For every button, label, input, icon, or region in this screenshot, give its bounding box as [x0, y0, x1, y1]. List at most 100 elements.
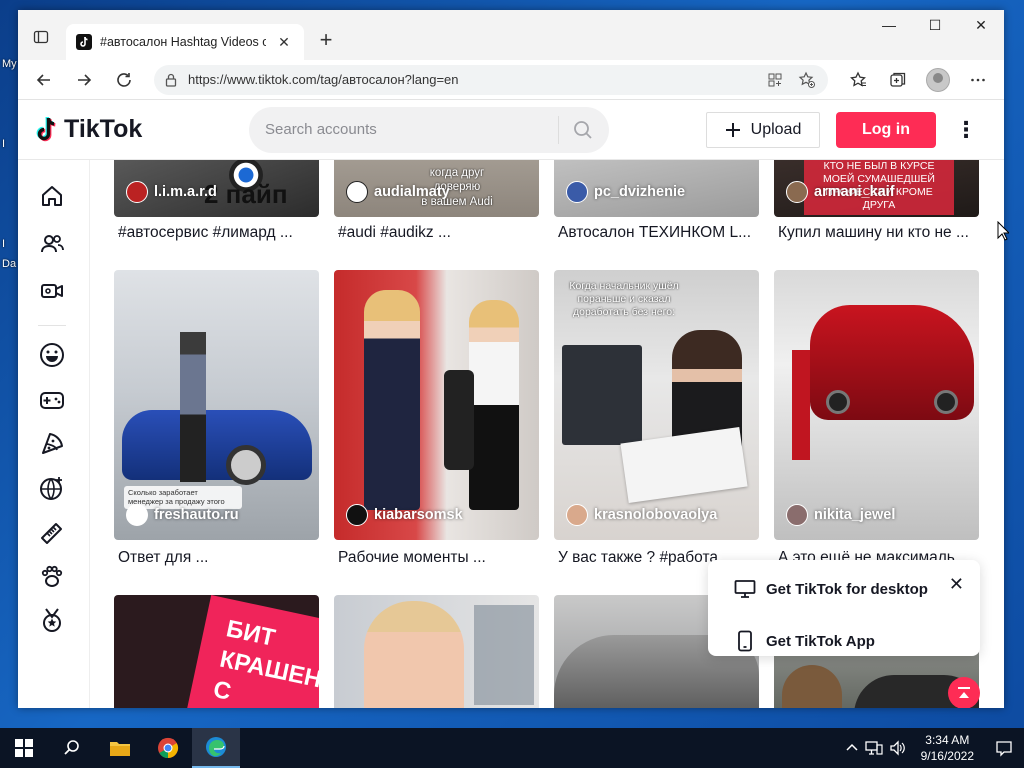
favorites-button[interactable]	[840, 64, 876, 96]
author-avatar	[126, 504, 148, 526]
search-bar[interactable]: Search accounts	[249, 106, 609, 153]
popup-close-button[interactable]: ✕	[949, 574, 964, 595]
author-name: freshauto.ru	[154, 507, 239, 523]
author-name: krasnolobovaolya	[594, 507, 718, 523]
get-app-link[interactable]: Get TikTok App	[734, 630, 875, 652]
edge-button[interactable]	[192, 728, 240, 768]
tab-close-button[interactable]: ✕	[274, 32, 294, 52]
search-icon[interactable]	[573, 120, 593, 140]
add-favorite-icon[interactable]	[796, 69, 818, 91]
refresh-button[interactable]	[106, 64, 142, 96]
file-explorer-button[interactable]	[96, 728, 144, 768]
video-author[interactable]: audialmaty	[346, 181, 450, 203]
desktop-icon-label[interactable]: My	[2, 58, 17, 70]
home-icon[interactable]	[38, 182, 66, 210]
video-author[interactable]: pc_dvizhenie	[566, 181, 685, 203]
achievement-icon[interactable]	[38, 606, 66, 634]
login-button[interactable]: Log in	[836, 112, 936, 148]
profile-button[interactable]	[920, 64, 956, 96]
author-avatar	[566, 181, 588, 203]
video-thumbnail[interactable]: pc_dvizhenie	[554, 160, 759, 217]
video-thumbnail[interactable]: kiabarsomsk	[334, 270, 539, 540]
chrome-icon	[158, 737, 179, 759]
window-controls: — ☐ ✕	[866, 10, 1004, 40]
scroll-to-top-button[interactable]	[948, 677, 980, 708]
video-author[interactable]: krasnolobovaolya	[566, 504, 717, 526]
app-available-icon[interactable]	[764, 69, 786, 91]
notifications-button[interactable]	[984, 728, 1024, 768]
system-tray: 3:34 AM 9/16/2022	[845, 728, 1024, 768]
forward-button[interactable]	[66, 64, 102, 96]
more-horizontal-icon	[971, 78, 985, 81]
video-caption[interactable]: Автосалон ТЕХИНКОМ L...	[558, 224, 758, 242]
chevron-up-icon[interactable]	[845, 741, 859, 755]
search-input[interactable]: Search accounts	[265, 121, 558, 138]
video-caption[interactable]: Купил машину ни кто не ...	[778, 224, 978, 242]
settings-more-button[interactable]	[960, 64, 996, 96]
window-close-button[interactable]: ✕	[958, 10, 1004, 40]
clock[interactable]: 3:34 AM 9/16/2022	[911, 732, 984, 764]
upload-button[interactable]: Upload	[706, 112, 820, 148]
video-author[interactable]: nikita_jewel	[786, 504, 895, 526]
notification-icon	[996, 741, 1012, 757]
video-author[interactable]: armani_kaif	[786, 181, 895, 203]
tiktok-favicon-icon	[76, 34, 92, 50]
video-caption[interactable]: #audi #audikz ...	[338, 224, 538, 242]
gaming-icon[interactable]	[38, 386, 66, 414]
video-thumbnail[interactable]: Сколько заработает менеджер за продажу э…	[114, 270, 319, 540]
taskbar-search-button[interactable]	[48, 728, 96, 768]
tiktok-logo-text: TikTok	[64, 115, 143, 143]
search-divider	[558, 115, 559, 144]
live-icon[interactable]	[38, 277, 66, 305]
windows-logo-icon	[15, 739, 33, 757]
get-desktop-link[interactable]: Get TikTok for desktop	[734, 579, 928, 599]
sports-icon[interactable]	[38, 474, 66, 502]
network-icon[interactable]	[864, 740, 883, 756]
minimize-button[interactable]: —	[866, 10, 912, 40]
browser-tab[interactable]: #автосалон Hashtag Videos on TikTok ✕	[66, 24, 304, 60]
video-thumbnail[interactable]: КТО НЕ БЫЛ В КУРСЕ МОЕЙ СУМАШЕДШЕЙ ПРОФЕ…	[774, 160, 979, 217]
video-thumbnail[interactable]	[334, 595, 539, 708]
start-button[interactable]	[0, 728, 48, 768]
video-caption[interactable]: Ответ для ...	[118, 549, 318, 567]
desktop-icon-label[interactable]: Da	[2, 258, 16, 270]
video-thumbnail[interactable]: nikita_jewel	[774, 270, 979, 540]
video-author[interactable]: l.i.m.a.r.d	[126, 181, 217, 203]
video-thumbnail[interactable]: когда друг доверяю в вашем Audi audialma…	[334, 160, 539, 217]
video-thumbnail[interactable]: Когда начальник ушёл пораньше и сказал д…	[554, 270, 759, 540]
back-button[interactable]	[26, 64, 62, 96]
arrow-up-icon	[958, 687, 970, 698]
food-icon[interactable]	[38, 430, 66, 458]
tiktok-logo[interactable]: TikTok	[34, 115, 249, 145]
chrome-button[interactable]	[144, 728, 192, 768]
volume-icon[interactable]	[889, 740, 907, 756]
video-thumbnail[interactable]: БИТ КРАШЕН С	[114, 595, 319, 708]
sidebar	[18, 160, 90, 708]
video-caption[interactable]: Рабочие моменты ...	[338, 549, 538, 567]
following-icon[interactable]	[38, 230, 66, 258]
video-author[interactable]: freshauto.ru	[126, 504, 239, 526]
tiktok-header: TikTok Search accounts Upload Log in ⋮	[18, 100, 1004, 160]
beauty-icon[interactable]	[38, 518, 66, 546]
get-app-label: Get TikTok App	[766, 632, 875, 650]
video-caption[interactable]: #автосервис #лимард ...	[118, 224, 318, 242]
tab-actions-button[interactable]	[26, 20, 56, 54]
tiktok-page: TikTok Search accounts Upload Log in ⋮ 2…	[18, 100, 1004, 708]
mouse-cursor-icon	[997, 221, 1009, 241]
profile-avatar	[926, 67, 950, 92]
desktop-icon-label[interactable]: I	[2, 238, 5, 250]
desktop-icon-label[interactable]: I	[2, 138, 5, 150]
forward-arrow-icon	[78, 73, 92, 86]
video-thumbnail[interactable]: 2 пайп l.i.m.a.r.d	[114, 160, 319, 217]
video-author[interactable]: kiabarsomsk	[346, 504, 463, 526]
animals-icon[interactable]	[38, 562, 66, 590]
more-menu-button[interactable]: ⋮	[954, 114, 978, 146]
maximize-button[interactable]: ☐	[912, 10, 958, 40]
author-avatar	[786, 504, 808, 526]
comedy-icon[interactable]	[38, 341, 66, 369]
collections-button[interactable]	[880, 64, 916, 96]
sidebar-divider	[38, 325, 66, 326]
new-tab-button[interactable]: +	[310, 24, 342, 56]
address-bar[interactable]: https://www.tiktok.com/tag/автосалон?lan…	[154, 64, 828, 95]
url-text: https://www.tiktok.com/tag/автосалон?lan…	[188, 72, 459, 87]
